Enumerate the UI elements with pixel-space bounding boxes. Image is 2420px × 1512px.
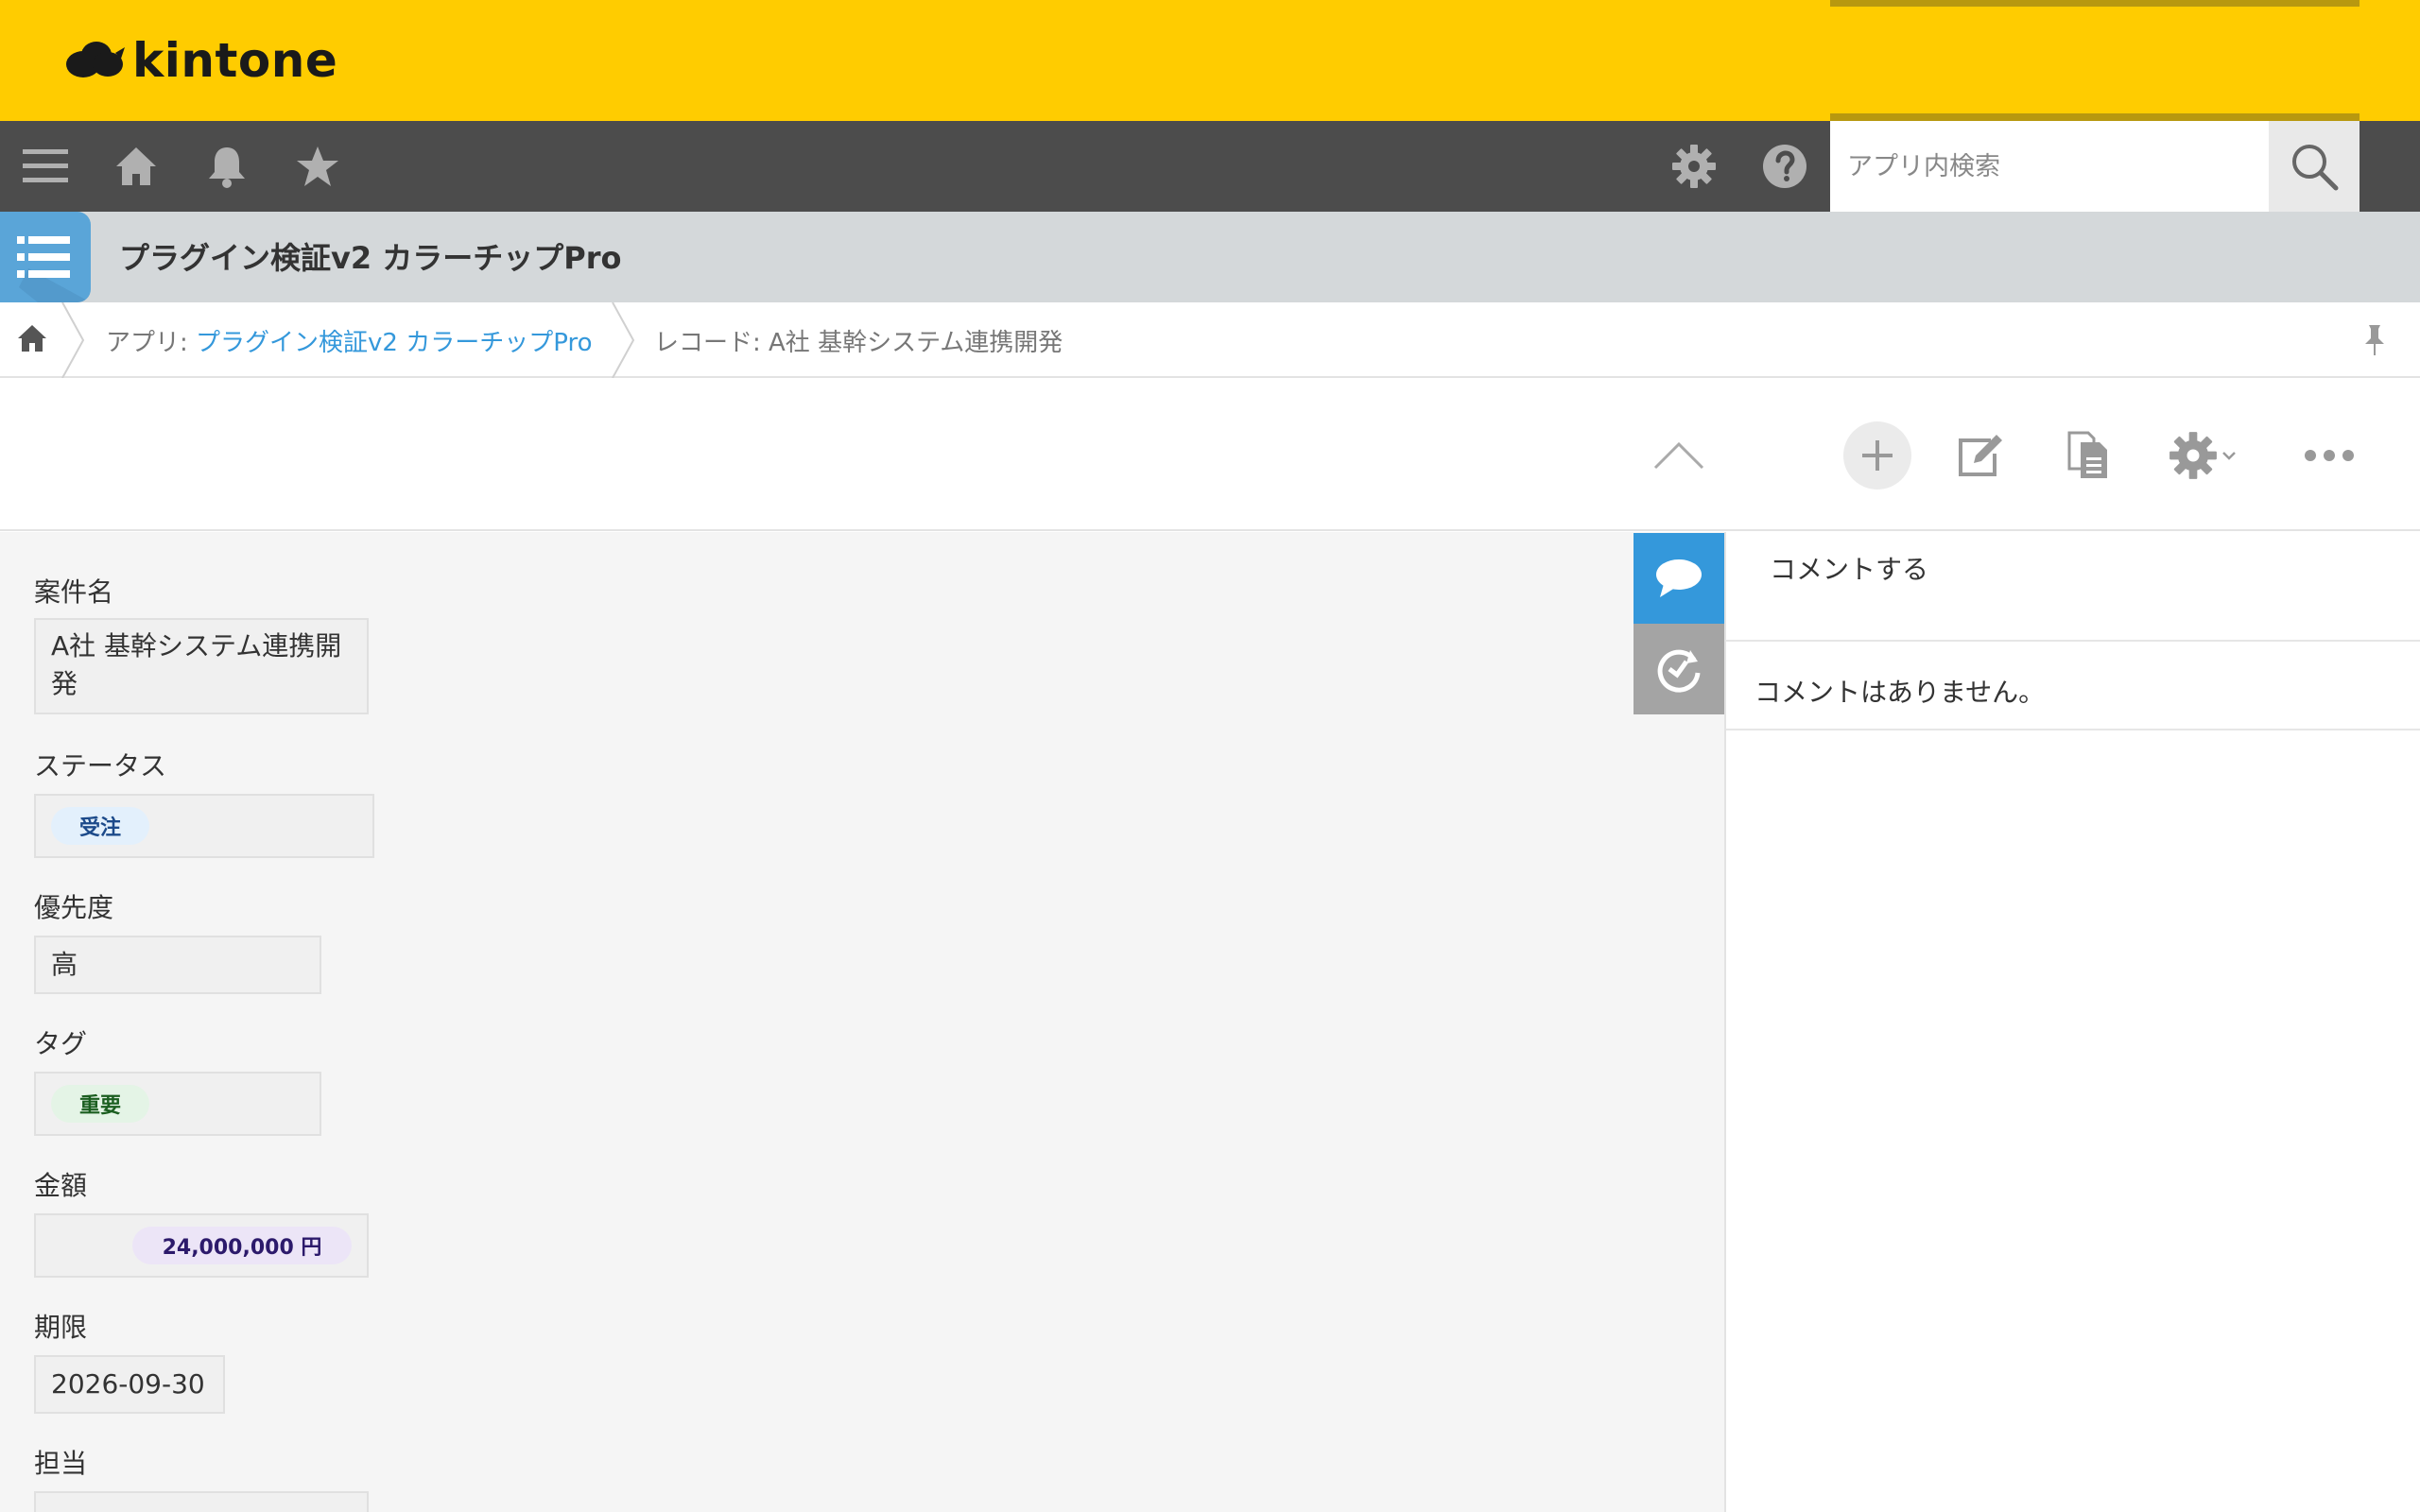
chevron-up-icon[interactable] <box>1645 421 1713 490</box>
field-label-project-name: 案件名 <box>34 576 114 608</box>
amount-chip: 24,000,000 円 <box>132 1227 352 1264</box>
field-assignee <box>34 1491 369 1512</box>
field-label-priority: 優先度 <box>34 892 114 923</box>
app-search <box>1830 113 2360 212</box>
comment-placeholder: コメントする <box>1770 554 1929 585</box>
side-panel-tabs <box>1634 533 1724 714</box>
app-title-bar: プラグイン検証v2 カラーチップPro <box>0 212 2420 302</box>
edit-icon <box>1959 435 2002 476</box>
add-record-button[interactable] <box>1843 421 1911 490</box>
breadcrumb-separator <box>612 302 635 378</box>
record-detail: 案件名 A社 基幹システム連携開 発 ステータス 受注 優先度 高 タグ 重要 … <box>0 532 1726 1512</box>
app-title: プラグイン検証v2 カラーチップPro <box>119 240 622 276</box>
comments-tab[interactable] <box>1634 533 1724 624</box>
pin-icon[interactable] <box>2360 323 2390 357</box>
comment-input[interactable]: コメントする <box>1726 532 2420 642</box>
chevron-down-icon <box>2222 452 2236 460</box>
field-tag: 重要 <box>34 1072 321 1136</box>
field-label-due: 期限 <box>34 1312 88 1343</box>
field-project-name: A社 基幹システム連携開 発 <box>34 618 369 714</box>
field-amount: 24,000,000 円 <box>34 1213 369 1278</box>
help-icon[interactable] <box>1762 144 1807 189</box>
home-icon[interactable] <box>113 144 159 189</box>
kintone-record-page: kintone アプリ内検索 プラグイン検証v2 カラーチップPro アプリ: … <box>0 0 2420 1512</box>
cloud-logo-icon <box>66 42 125 77</box>
search-icon <box>2292 145 2339 191</box>
breadcrumb-record: レコード: A社 基幹システム連携開発 <box>654 329 1063 357</box>
field-label-tag: タグ <box>34 1028 88 1059</box>
speech-bubble-icon <box>1656 559 1702 597</box>
more-options-button[interactable] <box>2295 421 2363 490</box>
breadcrumb: アプリ: プラグイン検証v2 カラーチップPro レコード: A社 基幹システム… <box>0 302 2420 378</box>
breadcrumb-app: アプリ: プラグイン検証v2 カラーチップPro <box>106 323 592 358</box>
field-value-line: 発 <box>51 668 78 699</box>
record-toolbar <box>0 378 2420 531</box>
field-value: 2026-09-30 <box>51 1368 205 1400</box>
star-icon[interactable] <box>295 144 340 189</box>
header: kintone <box>0 0 2420 121</box>
field-label-status: ステータス <box>34 750 167 782</box>
history-icon <box>1657 649 1701 693</box>
more-icon <box>2305 450 2354 461</box>
history-tab[interactable] <box>1634 624 1724 714</box>
plus-icon <box>1862 440 1893 471</box>
field-status: 受注 <box>34 794 374 858</box>
breadcrumb-app-link[interactable]: プラグイン検証v2 カラーチップPro <box>196 329 592 357</box>
breadcrumb-separator <box>61 302 85 378</box>
app-list-icon[interactable] <box>0 212 91 302</box>
breadcrumb-home-icon[interactable] <box>15 321 49 355</box>
edit-button[interactable] <box>1945 421 2014 490</box>
field-value-line: A社 基幹システム連携開 <box>51 630 342 662</box>
field-due: 2026-09-30 <box>34 1355 225 1414</box>
bell-icon[interactable] <box>204 144 250 189</box>
no-comments-message: コメントはありません。 <box>1726 644 2420 730</box>
no-comments-text: コメントはありません。 <box>1754 677 2046 708</box>
field-label-assignee: 担当 <box>34 1448 88 1479</box>
logo-text: kintone <box>132 33 338 88</box>
field-priority: 高 <box>34 936 321 994</box>
breadcrumb-app-prefix: アプリ: <box>106 329 197 357</box>
search-input[interactable] <box>1830 121 2267 212</box>
search-button[interactable] <box>2269 121 2360 212</box>
gear-icon <box>2169 432 2217 479</box>
field-label-amount: 金額 <box>34 1170 88 1201</box>
comments-panel: コメントする コメントはありません。 <box>1724 532 2420 1512</box>
kintone-logo[interactable]: kintone <box>64 30 337 91</box>
copy-record-button[interactable] <box>2053 421 2121 490</box>
search-accent-strip <box>1830 0 2360 7</box>
hamburger-icon[interactable] <box>23 144 68 189</box>
record-settings-button[interactable] <box>2157 421 2248 490</box>
copy-document-icon <box>2067 431 2107 478</box>
tag-chip: 重要 <box>51 1085 149 1123</box>
gear-icon[interactable] <box>1671 144 1717 189</box>
status-chip: 受注 <box>51 807 149 845</box>
field-value: 高 <box>51 949 78 980</box>
